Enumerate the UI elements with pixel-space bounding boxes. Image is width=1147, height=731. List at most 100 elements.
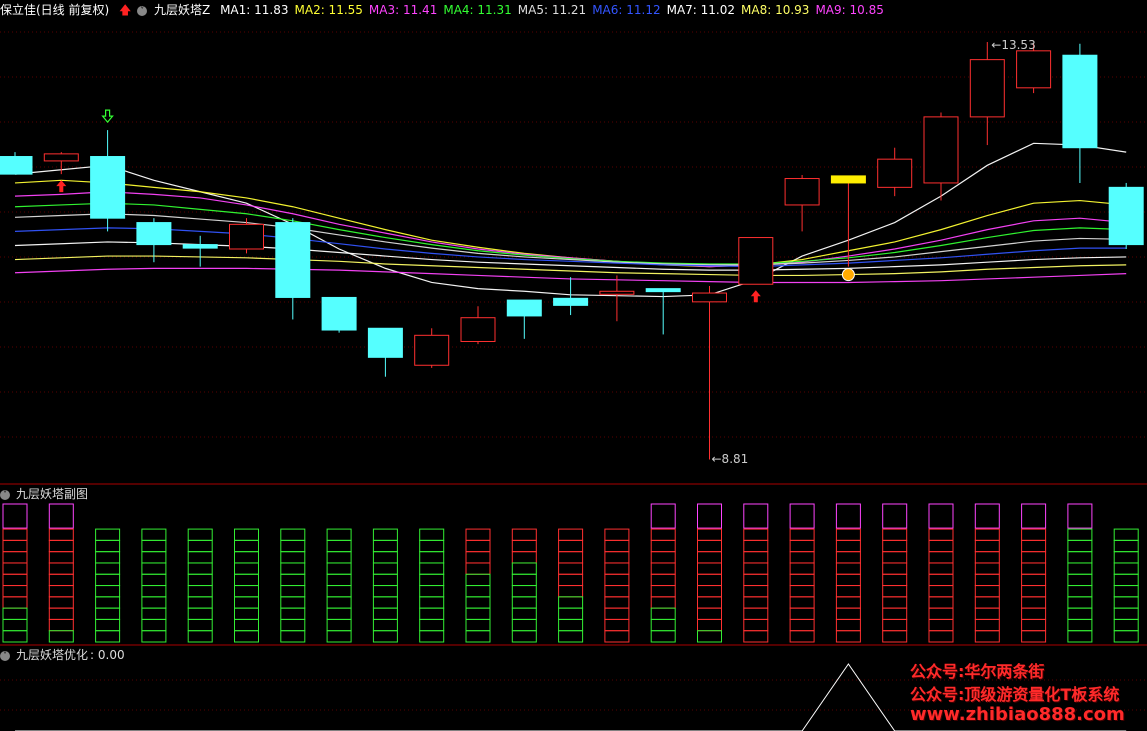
tower-cell (835, 573, 861, 587)
tower-cell (882, 596, 908, 609)
collapse-toggle-icon[interactable]: ˅ (0, 650, 10, 661)
stock-title[interactable]: 保立佳(日线 前复权) (0, 3, 109, 17)
candle-body (692, 292, 727, 303)
ma-line-ma6 (14, 227, 1127, 268)
candle-body (460, 317, 496, 342)
tower-cell (558, 607, 584, 620)
tower-cell (1021, 630, 1047, 643)
tower-cell (511, 573, 537, 587)
tower-cell (835, 551, 861, 564)
tower-cell (928, 539, 954, 553)
tower-cell (187, 596, 213, 609)
tower-cell (234, 551, 259, 564)
tower-cell (372, 562, 398, 575)
tower-cell (697, 528, 722, 541)
chart-canvas[interactable] (0, 0, 1147, 731)
candle-body (830, 175, 866, 184)
candle-body (275, 222, 311, 298)
tower-cell (234, 630, 259, 643)
candle-body (923, 116, 959, 184)
collapse-toggle-icon[interactable]: ˅ (0, 489, 10, 500)
tower-cell (650, 551, 676, 564)
tower-cell (372, 539, 398, 553)
tower-cell (2, 573, 28, 587)
tower-cell (2, 551, 28, 564)
candle-body (136, 222, 172, 246)
tower-cell (604, 596, 630, 609)
tower-cell (465, 528, 491, 541)
tower-cell (882, 528, 908, 541)
tower-top-cell (882, 503, 908, 529)
candle-body (506, 299, 542, 317)
tower-top-cell (743, 503, 769, 529)
tower-cell (372, 528, 398, 541)
tower-cell (187, 528, 213, 541)
ma-legend-item: MA5: 11.21 (517, 3, 587, 17)
tower-cell (882, 551, 908, 564)
tower-cell (1113, 573, 1139, 587)
tower-cell (928, 607, 954, 620)
tower-cell (372, 585, 398, 598)
tower-cell (2, 618, 28, 632)
tower-cell (1067, 585, 1093, 598)
tower-top-cell (1021, 503, 1047, 529)
panel3-value: : 0.00 (90, 648, 125, 662)
tower-cell (511, 528, 537, 541)
panel2-title[interactable]: 九层妖塔副图 (16, 487, 88, 501)
tower-cell (974, 551, 1000, 564)
tower-cell (141, 585, 167, 598)
tower-cell (511, 551, 537, 564)
tower-cell (789, 618, 815, 632)
tower-cell (95, 528, 121, 541)
tower-cell (465, 562, 491, 575)
candle-body (738, 237, 774, 285)
tower-cell (326, 596, 352, 609)
tower-cell (141, 630, 167, 643)
tower-cell (419, 596, 445, 609)
tower-cell (650, 585, 676, 598)
tower-cell (1113, 630, 1139, 643)
tower-cell (511, 618, 537, 632)
tower-cell (650, 528, 676, 541)
tower-cell (280, 618, 306, 632)
candle-body (0, 156, 33, 175)
panel3-title[interactable]: 九层妖塔优化 (16, 648, 88, 662)
main-header: 保立佳(日线 前复权) 🡅 ˅ 九层妖塔Z MA1: 11.83 MA2: 11.… (0, 0, 896, 20)
buy-arrow-icon (56, 180, 67, 193)
tower-cell (280, 573, 306, 587)
tower-cell (372, 607, 398, 620)
tower-cell (558, 562, 584, 575)
tower-cell (419, 539, 445, 553)
tower-cell (187, 630, 213, 643)
tower-cell (2, 630, 28, 643)
tower-cell (1113, 618, 1139, 632)
tower-cell (1113, 607, 1139, 620)
tower-cell (141, 573, 167, 587)
tower-cell (882, 539, 908, 553)
tower-cell (743, 585, 769, 598)
tower-cell (95, 630, 121, 643)
tower-cell (1021, 596, 1047, 609)
tower-cell (95, 585, 121, 598)
tower-cell (974, 596, 1000, 609)
tower-cell (511, 562, 537, 575)
tower-cell (187, 607, 213, 620)
tower-cell (48, 618, 74, 632)
ma-legend-item: MA6: 11.12 (592, 3, 661, 17)
tower-cell (141, 528, 167, 541)
tower-cell (558, 618, 584, 632)
tower-cell (465, 539, 491, 553)
indicator-name[interactable]: 九层妖塔Z (154, 3, 210, 17)
tower-cell (2, 607, 28, 620)
tower-cell (187, 539, 213, 553)
buy-arrow-icon (750, 290, 761, 303)
tower-cell (974, 630, 1000, 643)
tower-cell (1113, 539, 1139, 553)
tower-cell (1067, 630, 1093, 643)
tower-cell (743, 573, 769, 587)
watermark-line1: 公众号:华尔两条街 (910, 662, 1045, 681)
tower-cell (974, 618, 1000, 632)
tower-cell (604, 551, 630, 564)
tower-cell (234, 539, 259, 553)
collapse-toggle-icon[interactable]: ˅ (137, 5, 148, 16)
